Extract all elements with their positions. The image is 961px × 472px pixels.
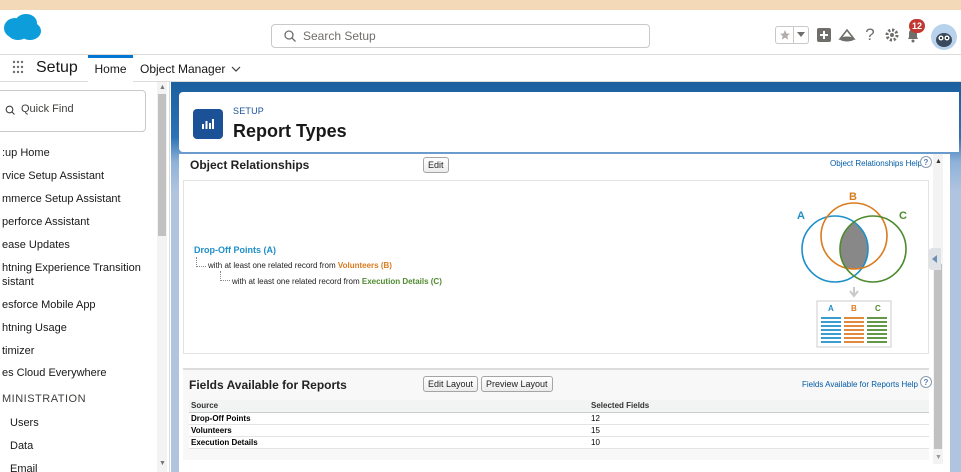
venn-diagram: A B C A B C bbox=[797, 191, 907, 348]
sidebar-item-commerce-setup-assistant[interactable]: mmerce Setup Assistant bbox=[2, 192, 121, 206]
venn-label-a: A bbox=[797, 210, 805, 222]
page-subtitle: SETUP bbox=[233, 106, 265, 116]
object-relationships-panel: Drop-Off Points (A) with at least one re… bbox=[183, 180, 929, 354]
trailhead-icon[interactable] bbox=[837, 25, 857, 45]
help-icon[interactable]: ? bbox=[920, 376, 932, 388]
sidebar-item-email[interactable]: Email bbox=[10, 462, 38, 472]
panel-collapse-handle[interactable] bbox=[929, 248, 941, 270]
page-header: SETUP Report Types bbox=[179, 92, 959, 152]
column-header-selected-fields: Selected Fields bbox=[589, 400, 929, 413]
search-icon bbox=[284, 30, 296, 42]
table-header-row: Source Selected Fields bbox=[189, 400, 929, 413]
arrow-down-icon bbox=[849, 287, 859, 298]
plus-icon[interactable] bbox=[814, 25, 834, 45]
scrollbar-thumb[interactable] bbox=[158, 94, 166, 236]
relationship-b-line: with at least one related record from Vo… bbox=[208, 261, 392, 270]
object-relationships-help-link[interactable]: Object Relationships Help bbox=[830, 159, 922, 168]
notification-badge: 12 bbox=[909, 19, 925, 33]
sidebar-item-salesforce-mobile-app[interactable]: esforce Mobile App bbox=[2, 298, 96, 312]
sidebar-item-optimizer[interactable]: timizer bbox=[2, 344, 34, 358]
scroll-up-arrow-icon[interactable]: ▲ bbox=[935, 158, 942, 165]
salesforce-cloud-icon[interactable] bbox=[4, 14, 42, 40]
relationship-c-line: with at least one related record from Ex… bbox=[232, 277, 442, 286]
page-title: Report Types bbox=[233, 121, 347, 141]
table-row: Execution Details 10 bbox=[189, 436, 929, 449]
sidebar-item-lightning-usage[interactable]: htning Usage bbox=[2, 321, 67, 335]
help-icon[interactable]: ? bbox=[860, 25, 880, 45]
primary-object-label: Drop-Off Points (A) bbox=[194, 245, 276, 255]
setup-sidebar: :up Home rvice Setup Assistant mmerce Se… bbox=[0, 82, 170, 472]
avatar[interactable] bbox=[931, 24, 957, 50]
edit-relationships-button[interactable]: Edit bbox=[423, 157, 449, 173]
content-scrollbar[interactable]: ▲ ▼ bbox=[933, 154, 943, 464]
sidebar-item-users[interactable]: Users bbox=[10, 416, 39, 430]
result-col-a: A bbox=[828, 304, 834, 313]
tree-connector bbox=[196, 257, 206, 267]
app-nav-bar: Setup Home Object Manager bbox=[0, 55, 961, 82]
source-cell: Execution Details bbox=[189, 436, 589, 449]
object-relationships-heading: Object Relationships bbox=[190, 158, 310, 172]
sidebar-item-lightning-experience-transition-cont[interactable]: sistant bbox=[2, 275, 34, 289]
scrollbar-thumb[interactable] bbox=[934, 264, 942, 449]
sidebar-section-administration: MINISTRATION bbox=[2, 393, 87, 405]
sidebar-item-setup-home[interactable]: :up Home bbox=[2, 146, 50, 160]
tab-home-label: Home bbox=[94, 61, 127, 76]
tab-object-manager-label: Object Manager bbox=[140, 61, 226, 76]
edit-layout-button[interactable]: Edit Layout bbox=[423, 376, 479, 392]
chevron-down-icon[interactable] bbox=[231, 66, 241, 72]
source-cell: Drop-Off Points bbox=[189, 412, 589, 425]
sidebar-item-hyperforce-assistant[interactable]: perforce Assistant bbox=[2, 215, 89, 229]
count-cell: 15 bbox=[589, 424, 929, 437]
sidebar-item-lightning-experience-transition[interactable]: htning Experience Transition bbox=[2, 261, 141, 275]
scroll-up-arrow-icon[interactable]: ▲ bbox=[159, 84, 166, 91]
relationship-b-prefix: with at least one related record from bbox=[208, 261, 336, 270]
preview-layout-button[interactable]: Preview Layout bbox=[481, 376, 553, 392]
main-content-area: SETUP Report Types Object Relationships … bbox=[171, 82, 961, 472]
venn-label-c: C bbox=[899, 210, 907, 222]
venn-label-b: B bbox=[849, 191, 857, 203]
scroll-down-arrow-icon[interactable]: ▼ bbox=[159, 460, 166, 467]
object-c-label: Execution Details (C) bbox=[361, 277, 442, 286]
chevron-down-icon[interactable] bbox=[794, 27, 808, 43]
object-b-label: Volunteers (B) bbox=[337, 261, 392, 270]
fields-available-heading: Fields Available for Reports bbox=[189, 378, 347, 392]
count-cell: 10 bbox=[589, 436, 929, 449]
count-cell: 12 bbox=[589, 412, 929, 425]
top-accent-strip bbox=[0, 0, 961, 10]
fields-table: Source Selected Fields Drop-Off Points 1… bbox=[189, 400, 929, 449]
report-icon bbox=[193, 109, 223, 139]
tree-connector bbox=[220, 271, 230, 281]
search-icon bbox=[5, 105, 15, 115]
tab-object-manager[interactable]: Object Manager bbox=[140, 55, 241, 82]
help-icon[interactable]: ? bbox=[920, 156, 932, 168]
table-row: Volunteers 15 bbox=[189, 424, 929, 437]
favorites-button[interactable] bbox=[775, 26, 809, 44]
quick-find-input[interactable] bbox=[21, 103, 131, 115]
table-row: Drop-Off Points 12 bbox=[189, 412, 929, 425]
app-launcher-icon[interactable] bbox=[12, 60, 24, 74]
sidebar-scrollbar[interactable]: ▲ ▼ bbox=[157, 82, 167, 472]
sidebar-item-sales-cloud-everywhere[interactable]: es Cloud Everywhere bbox=[2, 366, 107, 380]
column-header-source: Source bbox=[189, 400, 589, 413]
star-icon[interactable] bbox=[776, 27, 794, 43]
sidebar-item-release-updates[interactable]: ease Updates bbox=[2, 238, 70, 252]
result-col-c: C bbox=[875, 304, 881, 313]
scroll-down-arrow-icon[interactable]: ▼ bbox=[935, 454, 942, 461]
search-input[interactable] bbox=[303, 28, 633, 44]
sidebar-item-service-setup-assistant[interactable]: rvice Setup Assistant bbox=[2, 169, 104, 183]
fields-available-help-link[interactable]: Fields Available for Reports Help bbox=[802, 380, 918, 389]
tab-home[interactable]: Home bbox=[88, 55, 133, 82]
chevron-left-icon bbox=[932, 255, 937, 263]
quick-find[interactable] bbox=[0, 90, 146, 132]
result-col-b: B bbox=[851, 304, 857, 313]
fields-available-section: Fields Available for Reports Edit Layout… bbox=[183, 368, 932, 460]
gear-icon[interactable] bbox=[882, 25, 902, 45]
sidebar-item-data[interactable]: Data bbox=[10, 439, 33, 453]
relationship-c-prefix: with at least one related record from bbox=[232, 277, 360, 286]
source-cell: Volunteers bbox=[189, 424, 589, 437]
app-title: Setup bbox=[36, 59, 78, 76]
global-search[interactable] bbox=[271, 24, 650, 48]
